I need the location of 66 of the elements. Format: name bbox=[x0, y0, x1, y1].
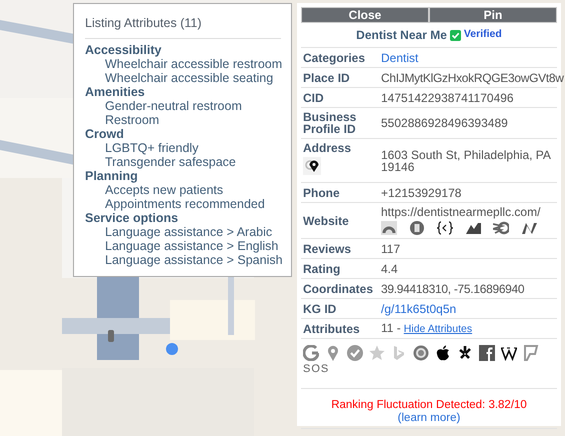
zigzag-icon[interactable] bbox=[521, 221, 537, 235]
business-name: Dentist Near Me bbox=[356, 27, 447, 44]
attribute-item: Accepts new patients bbox=[104, 183, 224, 197]
field-label: Business Profile ID bbox=[303, 111, 358, 135]
field-label: CID bbox=[303, 92, 325, 104]
attribute-item: LGBTQ+ friendly bbox=[104, 141, 200, 155]
attribute-group-heading: Accessibility bbox=[85, 43, 162, 57]
attribute-item: Language assistance > English bbox=[104, 239, 280, 253]
pin-icon[interactable] bbox=[325, 345, 341, 361]
field-value: 1603 South St, Philadelphia, PA 19146 bbox=[381, 148, 552, 172]
field-label: Phone bbox=[303, 186, 341, 198]
coin-icon[interactable] bbox=[413, 345, 429, 361]
attribute-item: Wheelchair accessible seating bbox=[104, 71, 274, 85]
field-value: +12153929178 bbox=[381, 186, 462, 198]
attribute-item: Transgender safespace bbox=[104, 155, 237, 169]
attribute-item: Language assistance > Spanish bbox=[104, 253, 281, 267]
attribute-item: Restroom bbox=[104, 113, 160, 127]
field-label: Rating bbox=[303, 262, 342, 274]
field-label: Reviews bbox=[303, 242, 352, 254]
attribute-group-heading: Amenities bbox=[85, 85, 146, 99]
attribute-group-heading: Service options bbox=[85, 211, 180, 225]
sos-label: SOS bbox=[303, 362, 330, 377]
trend-icon[interactable] bbox=[465, 221, 481, 235]
attribute-count: 11 - bbox=[381, 322, 401, 334]
map-pin-icon bbox=[303, 157, 321, 175]
value-link[interactable]: /g/11k65t0q5n bbox=[381, 302, 456, 316]
star-icon[interactable] bbox=[369, 345, 385, 361]
field-label: Coordinates bbox=[303, 282, 374, 294]
g-icon[interactable] bbox=[303, 345, 319, 361]
w-icon[interactable] bbox=[501, 345, 517, 361]
panel-button[interactable]: Pin bbox=[429, 7, 557, 23]
phone-icon[interactable] bbox=[409, 221, 425, 235]
field-label: Place ID bbox=[303, 72, 351, 84]
check-circle-icon[interactable] bbox=[347, 345, 363, 361]
gauge-icon[interactable] bbox=[381, 221, 397, 235]
attribute-item: Gender-neutral restroom bbox=[104, 99, 243, 113]
field-label: KG ID bbox=[303, 302, 338, 314]
field-label: Attributes bbox=[303, 322, 361, 334]
hide-attributes-link[interactable]: Hide Attributes bbox=[404, 323, 472, 335]
field-label: Categories bbox=[303, 52, 366, 64]
field-label: Address bbox=[303, 142, 352, 154]
burst-icon[interactable] bbox=[457, 345, 473, 361]
apple-icon[interactable] bbox=[435, 345, 451, 361]
field-value: ChIJMytKlGzHxokRQGE3owGVt8w bbox=[381, 72, 564, 84]
alert-message: Ranking Fluctuation Detected: 3.82/10 bbox=[331, 398, 527, 412]
flag-icon[interactable] bbox=[523, 345, 539, 361]
code-icon[interactable] bbox=[437, 221, 453, 235]
attribute-item: Appointments recommended bbox=[104, 197, 266, 211]
panel-button[interactable]: Close bbox=[301, 7, 429, 23]
field-value: 39.94418310, -75.16896940 bbox=[381, 282, 524, 294]
attribute-group-heading: Crowd bbox=[85, 127, 125, 141]
learn-more-link[interactable]: (learn more) bbox=[398, 412, 460, 424]
field-label: Website bbox=[303, 214, 350, 226]
verified-label: Verified bbox=[464, 27, 502, 42]
field-value: 117 bbox=[381, 242, 400, 254]
attribute-group-heading: Planning bbox=[85, 169, 139, 183]
popup-title: Listing Attributes (11) bbox=[85, 14, 281, 39]
attribute-item: Wheelchair accessible restroom bbox=[104, 57, 281, 71]
f-square-icon[interactable] bbox=[479, 345, 495, 361]
value-link[interactable]: Dentist bbox=[381, 50, 418, 64]
website-url: https://dentistnearmepllc.com/ bbox=[381, 206, 540, 218]
attribute-item: Language assistance > Arabic bbox=[104, 225, 274, 239]
field-value: 14751422938741170496 bbox=[381, 92, 514, 104]
field-value: 5502886928496393489 bbox=[381, 117, 508, 129]
field-value: 4.4 bbox=[381, 262, 398, 274]
comet-icon[interactable] bbox=[493, 221, 509, 235]
